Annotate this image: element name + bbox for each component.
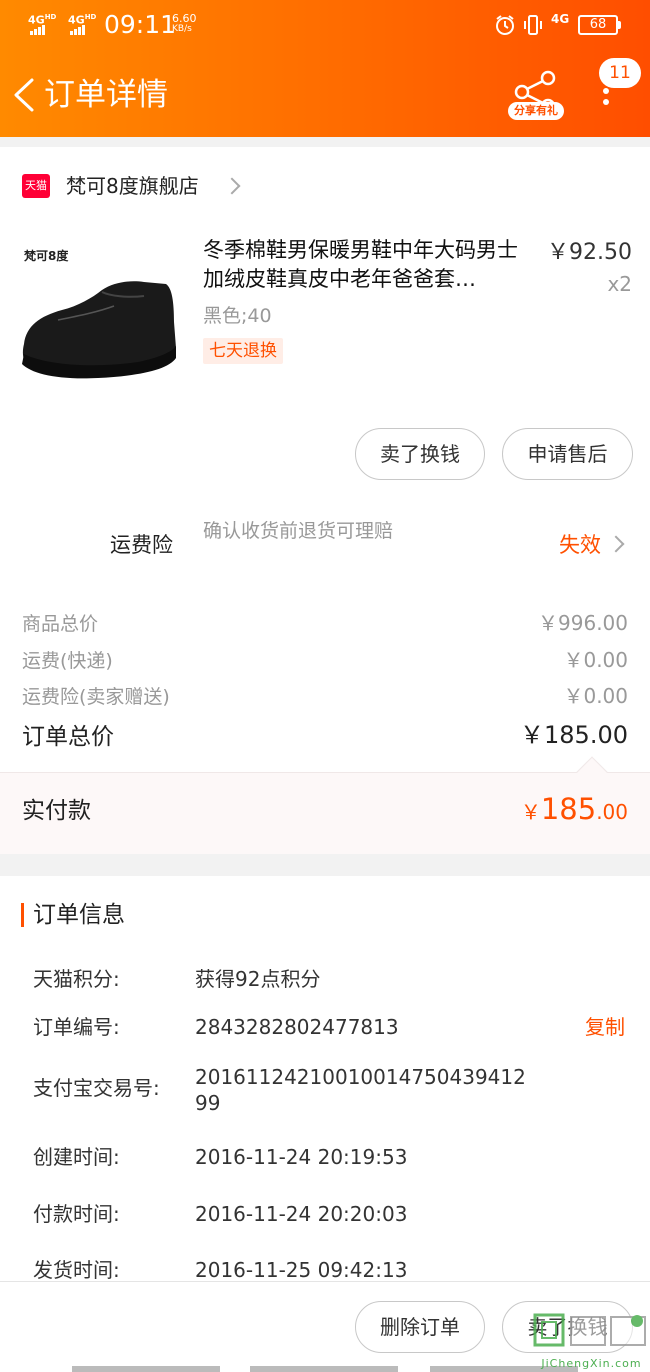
info-value-alipay-id: 2016112421001001475043941299: [195, 1065, 526, 1115]
sell-for-cash-button[interactable]: 卖了换钱: [355, 428, 485, 480]
store-name[interactable]: 梵可8度旗舰店: [66, 172, 199, 200]
shipping-fee-label: 运费(快递): [22, 650, 113, 672]
status-time: 09:11: [104, 10, 177, 39]
shipping-insurance-description: 确认收货前退货可理赔: [203, 520, 394, 542]
insurance-fee-label: 运费险(卖家赠送): [22, 686, 170, 708]
divider: [0, 854, 650, 876]
signal-sim2: 4GHD: [68, 12, 97, 35]
info-key-paid: 付款时间:: [33, 1202, 120, 1226]
signal-sim1: 4GHD: [28, 12, 57, 35]
brand-mark: 梵可8度: [24, 249, 69, 263]
info-key-points: 天猫积分:: [33, 967, 120, 991]
subtotal-label: 商品总价: [22, 613, 99, 635]
network-speed-unit: KB/s: [172, 24, 192, 34]
info-key-alipay-id: 支付宝交易号:: [33, 1076, 160, 1100]
product-sku: 黑色;40: [203, 305, 272, 327]
battery-icon: 68: [578, 15, 621, 35]
tmall-logo-icon: 天猫: [22, 174, 50, 198]
back-icon[interactable]: [10, 74, 40, 116]
order-info-title: 订单信息: [33, 902, 125, 928]
actual-paid-value: ￥185.00: [521, 792, 628, 826]
section-accent-bar: [21, 903, 24, 927]
product-quantity: x2: [607, 272, 632, 296]
copy-order-number-button[interactable]: 复制: [585, 1013, 625, 1041]
divider: [0, 137, 650, 147]
return-policy-tag: 七天退换: [203, 338, 283, 364]
actual-paid-currency: ￥: [520, 800, 541, 824]
info-value-created: 2016-11-24 20:19:53: [195, 1145, 408, 1169]
network-speed: 6.60 KB/s: [172, 13, 197, 35]
shipping-insurance-label: 运费险: [110, 533, 173, 557]
info-key-shipped: 发货时间:: [33, 1258, 120, 1282]
order-total-value: ￥185.00: [520, 721, 628, 749]
info-value-order-number: 2843282802477813: [195, 1015, 399, 1039]
signal-bars-icon: [70, 24, 100, 35]
insurance-fee-value: ￥0.00: [563, 684, 628, 708]
product-price: ￥92.50: [547, 240, 632, 265]
signal-sim2-sub: HD: [84, 13, 97, 21]
vibrate-icon: [524, 15, 542, 35]
shipping-fee-value: ￥0.00: [563, 648, 628, 672]
status-bar: 4GHD 4GHD 09:11 6.60 KB/s 4G 68: [0, 0, 650, 50]
subtotal-value: ￥996.00: [538, 611, 628, 635]
info-key-created: 创建时间:: [33, 1145, 120, 1169]
nav-indicator: [72, 1366, 220, 1372]
actual-paid-decimal: .00: [596, 800, 628, 824]
watermark-text: JiChengXin.com: [541, 1357, 642, 1370]
app-header: 4GHD 4GHD 09:11 6.60 KB/s 4G 68 订单详情 分享有…: [0, 0, 650, 137]
apply-after-sales-button[interactable]: 申请售后: [502, 428, 633, 480]
signal-bars-icon: [30, 24, 60, 35]
alarm-icon: [496, 15, 514, 35]
order-total-label: 订单总价: [22, 724, 114, 750]
nav-indicator: [250, 1366, 398, 1372]
actual-paid-label: 实付款: [22, 798, 91, 824]
page-title: 订单详情: [44, 77, 168, 113]
info-value-points: 获得92点积分: [195, 967, 321, 991]
signal-4g-icon: 4G: [551, 12, 570, 26]
delete-order-button[interactable]: 删除订单: [355, 1301, 485, 1353]
info-key-order-number: 订单编号:: [33, 1015, 120, 1039]
signal-sim1-sub: HD: [44, 13, 57, 21]
product-title[interactable]: 冬季棉鞋男保暖男鞋中年大码男士加绒皮鞋真皮中老年爸爸套…: [203, 236, 533, 294]
share-reward-label[interactable]: 分享有礼: [508, 102, 564, 120]
info-value-paid: 2016-11-24 20:20:03: [195, 1202, 408, 1226]
actual-paid-integer: 185: [540, 792, 597, 826]
more-menu-icon[interactable]: [601, 88, 611, 110]
store-chevron-right-icon[interactable]: [223, 177, 241, 195]
info-value-shipped: 2016-11-25 09:42:13: [195, 1258, 408, 1282]
network-speed-value: 6.60: [172, 12, 197, 25]
message-badge[interactable]: 11: [599, 58, 641, 88]
insurance-chevron-right-icon[interactable]: [607, 535, 625, 553]
shipping-insurance-status[interactable]: 失效: [559, 530, 601, 560]
